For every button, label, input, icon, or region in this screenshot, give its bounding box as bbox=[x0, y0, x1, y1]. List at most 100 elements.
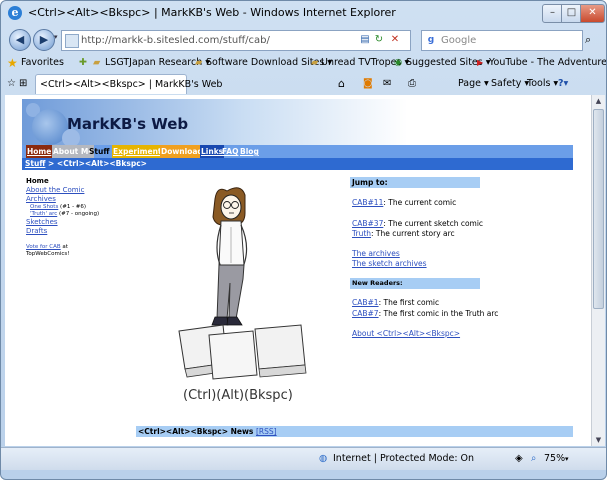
print-icon[interactable]: ⎙ bbox=[408, 73, 416, 95]
sidebar-one-shots[interactable]: One Shots bbox=[30, 204, 58, 210]
favorites-center-icon[interactable]: ☆ bbox=[7, 73, 16, 95]
jump-item-sketch-comic: CAB#37: The current sketch comic bbox=[352, 219, 483, 229]
site-banner: MarkKB's Web bbox=[22, 99, 573, 147]
link-about-cab[interactable]: About <Ctrl><Alt><Bkspc> bbox=[352, 329, 460, 338]
breadcrumb-stuff[interactable]: Stuff bbox=[22, 159, 45, 168]
maximize-button[interactable]: □ bbox=[561, 4, 582, 23]
safety-menu[interactable]: Safety ▾ bbox=[491, 73, 529, 95]
new-reader-desc: : The first comic in the Truth arc bbox=[378, 309, 499, 318]
new-reader-item-first: CAB#1: The first comic bbox=[352, 298, 439, 308]
favorites-star-icon[interactable]: ★ bbox=[7, 53, 18, 73]
sidebar-about-comic[interactable]: About the Comic bbox=[26, 186, 84, 194]
forward-button[interactable]: ▶ bbox=[33, 29, 55, 51]
comic-character-image: (Ctrl)(Alt)(Bkspc) bbox=[178, 187, 307, 403]
sidebar-archives[interactable]: Archives bbox=[26, 195, 56, 203]
close-button[interactable]: ✕ bbox=[580, 4, 605, 23]
jump-item-story-arc: Truth: The current story arc bbox=[352, 229, 455, 239]
site-title: MarkKB's Web bbox=[67, 115, 189, 133]
jump-item-current-comic: CAB#11: The current comic bbox=[352, 198, 456, 208]
page-menu[interactable]: Page ▾ bbox=[458, 73, 489, 95]
one-shots-note: (#1 - #6) bbox=[58, 204, 87, 210]
rss-link[interactable]: [RSS] bbox=[256, 427, 277, 436]
link-archives[interactable]: The archives bbox=[352, 249, 400, 258]
new-reader-item-truth: CAB#7: The first comic in the Truth arc bbox=[352, 309, 498, 319]
tab-row: ☆ ⊞ <Ctrl><Alt><Bkspc> | MarkKB's Web ⌂ … bbox=[1, 73, 606, 95]
stop-icon[interactable]: ✕ bbox=[388, 33, 402, 47]
youtube-icon: ▶ bbox=[477, 58, 484, 67]
nav-blog[interactable]: Blog bbox=[239, 145, 260, 158]
back-button[interactable]: ◀ bbox=[9, 29, 31, 51]
folder-icon: ▰ bbox=[195, 57, 203, 68]
home-icon[interactable]: ⌂ bbox=[338, 73, 345, 95]
search-icon[interactable]: ⌕ bbox=[585, 33, 591, 47]
security-zone[interactable]: Internet | Protected Mode: On bbox=[333, 448, 474, 470]
globe-icon: ◍ bbox=[319, 453, 328, 464]
vote-site: TopWebComics! bbox=[26, 251, 70, 257]
address-url[interactable]: http://markk-b.sitesled.com/stuff/cab/ bbox=[81, 31, 270, 50]
browser-window: e <Ctrl><Alt><Bkspc> | MarkKB's Web - Wi… bbox=[0, 0, 607, 480]
folder-icon: ▰ bbox=[311, 57, 319, 68]
window-title: <Ctrl><Alt><Bkspc> | MarkKB's Web - Wind… bbox=[28, 6, 396, 19]
scroll-up-icon[interactable]: ▲ bbox=[592, 95, 605, 107]
compatibility-icon[interactable]: ▤ bbox=[358, 33, 372, 47]
zoom-dropdown-icon[interactable]: ▾ bbox=[565, 448, 569, 470]
nav-stuff[interactable]: Stuff bbox=[88, 145, 110, 158]
jump-item-archives: The archives bbox=[352, 249, 400, 259]
scrollbar-thumb[interactable] bbox=[593, 109, 604, 309]
tab-active[interactable]: <Ctrl><Alt><Bkspc> | MarkKB's Web bbox=[35, 74, 222, 94]
jump-item-desc: : The current story arc bbox=[371, 229, 455, 238]
link-cab7[interactable]: CAB#7 bbox=[352, 309, 379, 318]
page-icon bbox=[65, 34, 79, 48]
favorites-button[interactable]: Favorites bbox=[21, 53, 64, 73]
nav-home[interactable]: Home bbox=[26, 145, 53, 158]
read-mail-icon[interactable]: ✉ bbox=[383, 73, 391, 95]
refresh-icon[interactable]: ↻ bbox=[372, 33, 386, 47]
site-nav: Home About Me Stuff Experimental Downloa… bbox=[22, 145, 573, 158]
tab-list-icon[interactable]: ⊞ bbox=[19, 73, 27, 95]
sidebar-sketches[interactable]: Sketches bbox=[26, 218, 58, 226]
breadcrumb: Stuff > <Ctrl><Alt><Bkspc> bbox=[22, 158, 573, 170]
new-reader-desc: : The first comic bbox=[378, 298, 440, 307]
minimize-button[interactable]: – bbox=[542, 4, 563, 23]
sidebar-home: Home bbox=[26, 177, 49, 185]
scroll-down-icon[interactable]: ▼ bbox=[592, 434, 605, 446]
page-viewport: MarkKB's Web Home About Me Stuff Experim… bbox=[5, 95, 591, 446]
tools-menu[interactable]: Tools ▾ bbox=[527, 73, 558, 95]
title-bar: e <Ctrl><Alt><Bkspc> | MarkKB's Web - Wi… bbox=[1, 1, 606, 25]
link-cab37[interactable]: CAB#37 bbox=[352, 219, 383, 228]
help-menu[interactable]: ?▾ bbox=[558, 73, 568, 95]
add-favorite-icon[interactable]: ✚ bbox=[79, 53, 87, 73]
address-bar[interactable]: http://markk-b.sitesled.com/stuff/cab/ ▤… bbox=[61, 30, 411, 51]
truth-arc-note: (#7 - ongoing) bbox=[57, 211, 100, 217]
folder-icon: ▰ bbox=[93, 57, 101, 68]
vote-link[interactable]: Vote for CAB bbox=[26, 244, 61, 250]
tab-label[interactable]: <Ctrl><Alt><Bkspc> | MarkKB's Web bbox=[40, 79, 222, 90]
link-cab11[interactable]: CAB#11 bbox=[352, 198, 383, 207]
link-cab1[interactable]: CAB#1 bbox=[352, 298, 379, 307]
zoom-icon[interactable]: ⌕ bbox=[531, 448, 536, 470]
search-box[interactable]: g Google bbox=[421, 30, 583, 51]
comic-logo-text: (Ctrl)(Alt)(Bkspc) bbox=[183, 388, 293, 403]
history-dropdown-icon[interactable]: ▾ bbox=[54, 33, 58, 41]
feeds-icon[interactable]: ◙ bbox=[363, 73, 373, 95]
favorites-bar: ★ Favorites ✚ ▰ LSGTJapan Research ▾ ▰ S… bbox=[1, 53, 606, 73]
sidebar-truth-arc[interactable]: 'Truth' arc bbox=[30, 211, 57, 217]
fav-item-youtube[interactable]: YouTube - The Adventure... bbox=[489, 53, 606, 73]
news-title: <Ctrl><Alt><Bkspc> News bbox=[138, 427, 254, 436]
jump-item-desc: : The current sketch comic bbox=[383, 219, 484, 228]
breadcrumb-separator: > bbox=[45, 159, 57, 168]
link-truth[interactable]: Truth bbox=[352, 229, 371, 238]
sidebar: Home About the Comic Archives One Shots … bbox=[26, 177, 99, 258]
link-sketch-archives[interactable]: The sketch archives bbox=[352, 259, 427, 268]
vertical-scrollbar[interactable]: ▲ ▼ bbox=[591, 95, 605, 446]
news-heading: <Ctrl><Alt><Bkspc> News [RSS] bbox=[136, 426, 573, 437]
nav-faq[interactable]: FAQ bbox=[221, 145, 239, 158]
security-status-icon[interactable]: ◈ bbox=[515, 448, 523, 470]
jump-to-heading: Jump to: bbox=[350, 177, 480, 188]
search-placeholder: Google bbox=[441, 35, 477, 46]
sidebar-drafts[interactable]: Drafts bbox=[26, 227, 47, 235]
zoom-level[interactable]: 75% bbox=[544, 448, 565, 470]
vote-at: at bbox=[60, 244, 68, 250]
ie-logo-icon: e bbox=[8, 6, 22, 20]
breadcrumb-current: <Ctrl><Alt><Bkspc> bbox=[56, 159, 147, 168]
